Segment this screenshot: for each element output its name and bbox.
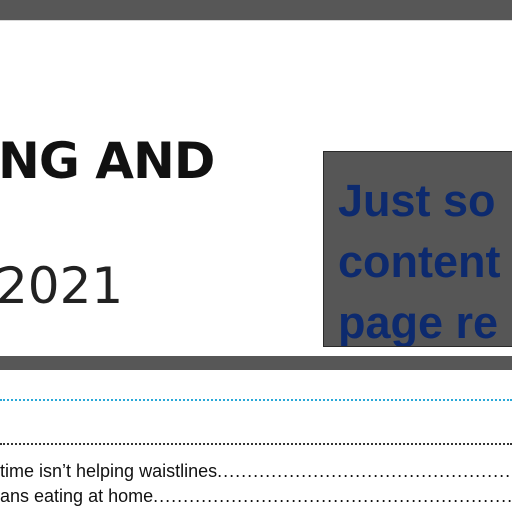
toc-leader-dots	[153, 486, 512, 506]
placeholder-line: Just so	[338, 175, 496, 226]
toc-leader-dots	[217, 461, 512, 481]
placeholder-overlay-box: Just so content page re	[323, 151, 512, 347]
document-viewer: NG AND 2021 Just so content page re time…	[0, 0, 512, 512]
section-divider	[0, 399, 512, 401]
toc-entry-label: ans eating at home	[0, 486, 154, 506]
toc-divider	[0, 443, 512, 445]
toc-entry[interactable]: ans eating at home	[0, 486, 512, 506]
placeholder-overlay-text: Just so content page re	[338, 170, 501, 347]
document-page[interactable]: NG AND 2021 Just so content page re	[0, 20, 512, 357]
page-title: NG AND	[0, 132, 215, 190]
viewer-page-gap	[0, 356, 512, 370]
viewer-top-bar	[0, 0, 512, 20]
page-year: 2021	[0, 257, 124, 315]
toc-entry-label: time isn’t helping waistlines	[0, 461, 218, 481]
toc-entry[interactable]: time isn’t helping waistlines	[0, 461, 512, 481]
placeholder-line: content	[338, 236, 501, 287]
placeholder-line: page re	[338, 297, 499, 347]
